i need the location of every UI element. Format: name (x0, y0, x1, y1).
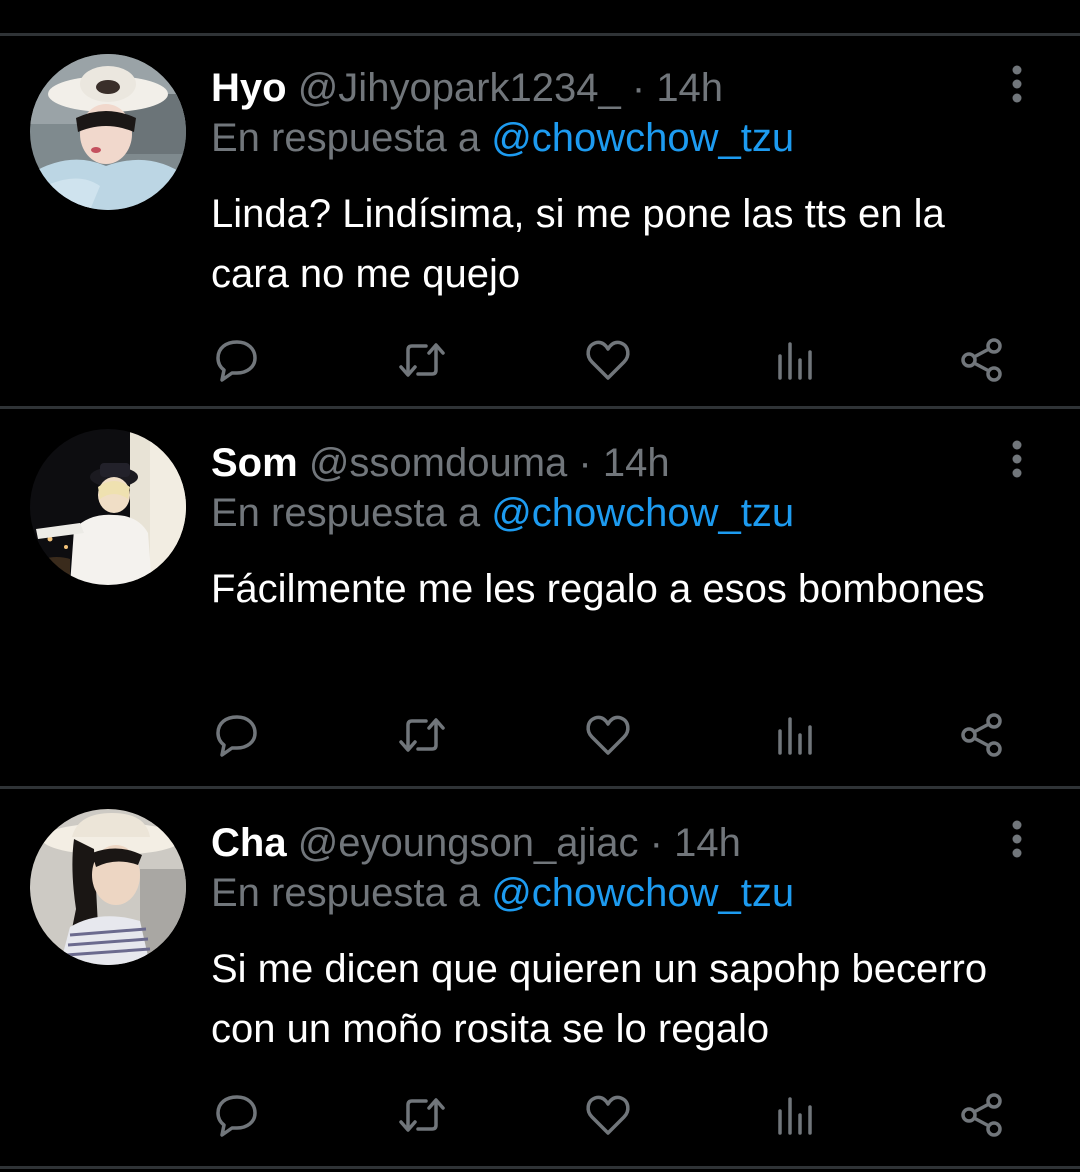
reply-prefix: En respuesta a (211, 116, 481, 160)
reply-prefix: En respuesta a (211, 491, 481, 535)
tweet-item[interactable]: Cha @eyoungson_ajiac · 14h En respuesta … (0, 791, 1080, 1163)
reply-button[interactable] (212, 1091, 260, 1139)
avatar[interactable] (30, 809, 186, 965)
analytics-bars-icon (778, 342, 812, 380)
display-name[interactable]: Cha (211, 821, 287, 865)
analytics-bars-icon (778, 717, 812, 755)
reply-prefix: En respuesta a (211, 871, 481, 915)
share-button[interactable] (958, 1091, 1006, 1139)
retweet-button[interactable] (398, 711, 446, 759)
analytics-bars-icon (778, 1097, 812, 1135)
reply-mention-link[interactable]: @chowchow_tzu (491, 116, 794, 160)
reply-context: En respuesta a @chowchow_tzu (211, 869, 794, 917)
reply-context: En respuesta a @chowchow_tzu (211, 114, 794, 162)
avatar[interactable] (30, 429, 186, 585)
tweet-header: Hyo @Jihyopark1234_ · 14h (211, 64, 723, 112)
user-handle[interactable]: @ssomdouma (309, 441, 567, 485)
retweet-icon (399, 343, 445, 377)
heart-icon (586, 715, 630, 755)
reply-mention-link[interactable]: @chowchow_tzu (491, 871, 794, 915)
header-separator: · (631, 66, 646, 110)
timestamp[interactable]: 14h (603, 441, 670, 485)
tweet-header: Cha @eyoungson_ajiac · 14h (211, 819, 741, 867)
reply-bubble-icon (216, 340, 257, 382)
tweet-item[interactable]: Som @ssomdouma · 14h En respuesta a @cho… (0, 411, 1080, 783)
tweet-divider (0, 786, 1080, 789)
like-button[interactable] (584, 711, 632, 759)
heart-icon (586, 1095, 630, 1135)
timestamp[interactable]: 14h (674, 821, 741, 865)
share-icon (961, 338, 1002, 382)
reply-bubble-icon (216, 715, 257, 757)
share-icon (961, 713, 1002, 757)
reply-mention-link[interactable]: @chowchow_tzu (491, 491, 794, 535)
more-vertical-icon[interactable] (1000, 439, 1034, 479)
share-button[interactable] (958, 336, 1006, 384)
tweet-divider (0, 406, 1080, 409)
reply-bubble-icon (216, 1095, 257, 1137)
user-handle[interactable]: @eyoungson_ajiac (298, 821, 639, 865)
retweet-button[interactable] (398, 1091, 446, 1139)
display-name[interactable]: Som (211, 441, 298, 485)
more-vertical-icon[interactable] (1000, 64, 1034, 104)
header-separator: · (578, 441, 592, 485)
like-button[interactable] (584, 336, 632, 384)
share-button[interactable] (958, 711, 1006, 759)
avatar[interactable] (30, 54, 186, 210)
reply-context: En respuesta a @chowchow_tzu (211, 489, 794, 537)
heart-icon (586, 340, 630, 380)
tweet-text: Fácilmente me les regalo a esos bombones (211, 567, 985, 611)
tweet-text: Linda? Lindísima, si me pone las tts en … (211, 192, 945, 296)
reply-button[interactable] (212, 711, 260, 759)
share-icon (961, 1093, 1002, 1137)
tweet-header: Som @ssomdouma · 14h (211, 439, 670, 487)
user-handle[interactable]: @Jihyopark1234_ (298, 66, 621, 110)
retweet-icon (399, 1098, 445, 1132)
retweet-icon (399, 718, 445, 752)
more-vertical-icon[interactable] (1000, 819, 1034, 859)
timestamp[interactable]: 14h (656, 66, 723, 110)
like-button[interactable] (584, 1091, 632, 1139)
tweet-item[interactable]: Hyo @Jihyopark1234_ · 14h En respuesta a… (0, 36, 1080, 408)
tweet-text: Si me dicen que quieren un sapohp becerr… (211, 947, 988, 1051)
analytics-button[interactable] (772, 1091, 820, 1139)
retweet-button[interactable] (398, 336, 446, 384)
header-separator: · (649, 821, 663, 865)
tweet-divider (0, 1166, 1080, 1169)
analytics-button[interactable] (772, 336, 820, 384)
analytics-button[interactable] (772, 711, 820, 759)
display-name[interactable]: Hyo (211, 66, 287, 110)
reply-button[interactable] (212, 336, 260, 384)
